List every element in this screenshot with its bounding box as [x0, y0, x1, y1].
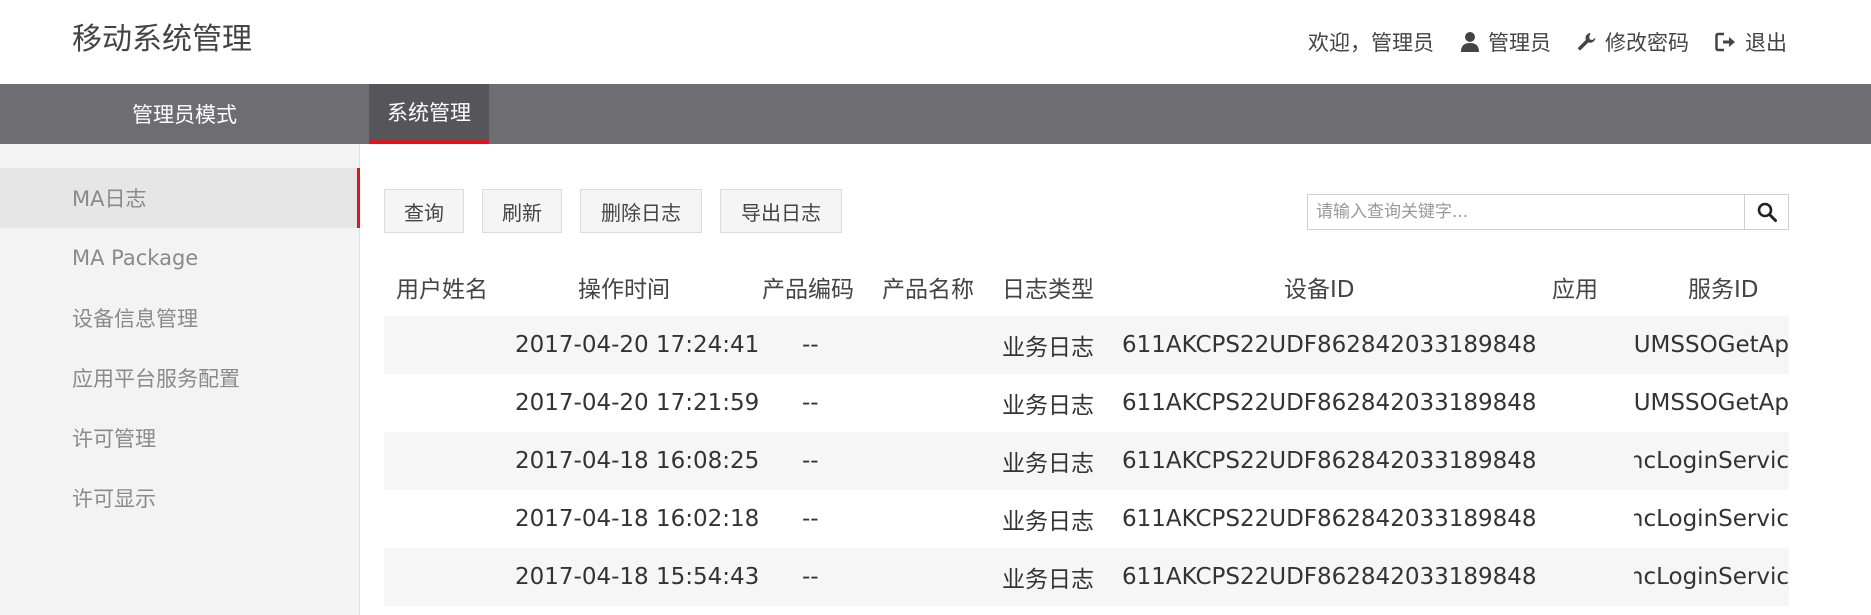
- cell-device-id: 611AKCPS22UDF862842033189848: [1122, 332, 1537, 358]
- cell-service-id: UMSSOGetAp: [1634, 332, 1789, 358]
- column-header-time[interactable]: 操作时间: [578, 258, 670, 316]
- log-table: 用户姓名 操作时间 产品编码 产品名称 日志类型 设备ID 应用 服务ID 20…: [384, 258, 1789, 615]
- delete-log-button[interactable]: 删除日志: [580, 189, 702, 233]
- cell-device-id: 611AKCPS22UDF862842033189848: [1122, 390, 1537, 416]
- table-row[interactable]: 2017-04-20 17:21:59 -- 业务日志 611AKCPS22UD…: [384, 374, 1789, 432]
- sidebar-item-label: 许可显示: [72, 487, 156, 511]
- cell-service-id: ncLoginServic: [1634, 564, 1789, 590]
- sidebar-item-license-management[interactable]: 许可管理: [0, 408, 360, 468]
- column-header-user[interactable]: 用户姓名: [396, 258, 488, 316]
- cell-device-id: 611AKCPS22UDF862842033189848: [1122, 448, 1537, 474]
- table-row[interactable]: 2017-04-18 16:02:18 -- 业务日志 611AKCPS22UD…: [384, 490, 1789, 548]
- column-header-product-name[interactable]: 产品名称: [882, 258, 974, 316]
- column-header-product-code[interactable]: 产品编码: [762, 258, 854, 316]
- cell-log-type: 业务日志: [1002, 509, 1094, 535]
- app-title: 移动系统管理: [72, 22, 252, 57]
- sidebar-item-ma-log[interactable]: MA日志: [0, 168, 360, 228]
- welcome-text: 欢迎，管理员: [1308, 27, 1434, 57]
- change-password-link[interactable]: 修改密码: [1577, 27, 1689, 57]
- user-label: 管理员: [1488, 31, 1551, 55]
- table-row[interactable]: 2017-04-20 17:24:41 -- 业务日志 611AKCPS22UD…: [384, 316, 1789, 374]
- cell-time: 2017-04-18 15:54:43: [515, 564, 760, 590]
- cell-time: 2017-04-20 17:21:59: [515, 390, 760, 416]
- cell-product-code: --: [802, 564, 819, 590]
- logout-link[interactable]: 退出: [1715, 27, 1787, 57]
- sidebar-item-device-info[interactable]: 设备信息管理: [0, 288, 360, 348]
- query-button[interactable]: 查询: [384, 189, 464, 233]
- cell-product-code: --: [802, 332, 819, 358]
- sidebar-item-label: 应用平台服务配置: [72, 367, 240, 391]
- user-menu[interactable]: 管理员: [1460, 27, 1551, 57]
- cell-log-type: 业务日志: [1002, 335, 1094, 361]
- table-header: 用户姓名 操作时间 产品编码 产品名称 日志类型 设备ID 应用 服务ID: [384, 258, 1789, 316]
- cell-time: 2017-04-18 16:08:25: [515, 448, 760, 474]
- sidebar-item-label: 许可管理: [72, 427, 156, 451]
- sidebar-item-ma-package[interactable]: MA Package: [0, 228, 360, 288]
- table-row[interactable]: 2017-04-18 16:08:25 -- 业务日志 611AKCPS22UD…: [384, 432, 1789, 490]
- column-header-log-type[interactable]: 日志类型: [1002, 258, 1094, 316]
- column-header-app[interactable]: 应用: [1552, 258, 1598, 316]
- column-header-device-id[interactable]: 设备ID: [1284, 258, 1355, 316]
- cell-service-id: ncLoginServic: [1634, 448, 1789, 474]
- table-row[interactable]: 2017-04-18 15:54:43 -- 业务日志 611AKCPS22UD…: [384, 548, 1789, 606]
- admin-mode-label: 管理员模式: [132, 103, 237, 127]
- wrench-icon: [1578, 33, 1596, 51]
- header: 移动系统管理 欢迎，管理员 管理员 修改密码 退出: [0, 0, 1871, 84]
- cell-product-code: --: [802, 390, 819, 416]
- sidebar-item-platform-service-config[interactable]: 应用平台服务配置: [0, 348, 360, 408]
- change-password-label: 修改密码: [1605, 31, 1689, 55]
- sidebar-item-label: 设备信息管理: [72, 307, 198, 331]
- cell-log-type: 业务日志: [1002, 567, 1094, 593]
- cell-time: 2017-04-18 16:02:18: [515, 506, 760, 532]
- refresh-button[interactable]: 刷新: [482, 189, 562, 233]
- sidebar-item-label: MA Package: [72, 246, 199, 270]
- sidebar-item-license-display[interactable]: 许可显示: [0, 468, 360, 528]
- search-box: [1307, 194, 1789, 230]
- tab-system-management[interactable]: 系统管理: [369, 84, 489, 144]
- cell-time: 2017-04-20 17:24:41: [515, 332, 760, 358]
- cell-product-code: --: [802, 448, 819, 474]
- welcome-label: 欢迎，管理员: [1308, 31, 1434, 55]
- logout-label: 退出: [1745, 31, 1787, 55]
- search-input[interactable]: [1308, 195, 1744, 229]
- user-icon: [1461, 32, 1479, 52]
- logout-icon: [1715, 32, 1735, 52]
- header-user-menu: 欢迎，管理员 管理员 修改密码 退出: [1308, 24, 1787, 60]
- cell-service-id: UMSSOGetAp: [1634, 390, 1789, 416]
- cell-device-id: 611AKCPS22UDF862842033189848: [1122, 506, 1537, 532]
- export-log-button[interactable]: 导出日志: [720, 189, 842, 233]
- cell-service-id: ncLoginServic: [1634, 506, 1789, 532]
- cell-product-code: --: [802, 506, 819, 532]
- cell-device-id: 611AKCPS22UDF862842033189848: [1122, 564, 1537, 590]
- sidebar-item-label: MA日志: [72, 187, 147, 211]
- top-navbar: 管理员模式 系统管理: [0, 84, 1871, 144]
- sidebar: MA日志 MA Package 设备信息管理 应用平台服务配置 许可管理 许可显…: [0, 144, 360, 615]
- cell-log-type: 业务日志: [1002, 451, 1094, 477]
- search-button[interactable]: [1744, 195, 1788, 229]
- cell-log-type: 业务日志: [1002, 393, 1094, 419]
- search-icon: [1757, 202, 1777, 222]
- column-header-service-id[interactable]: 服务ID: [1688, 258, 1759, 316]
